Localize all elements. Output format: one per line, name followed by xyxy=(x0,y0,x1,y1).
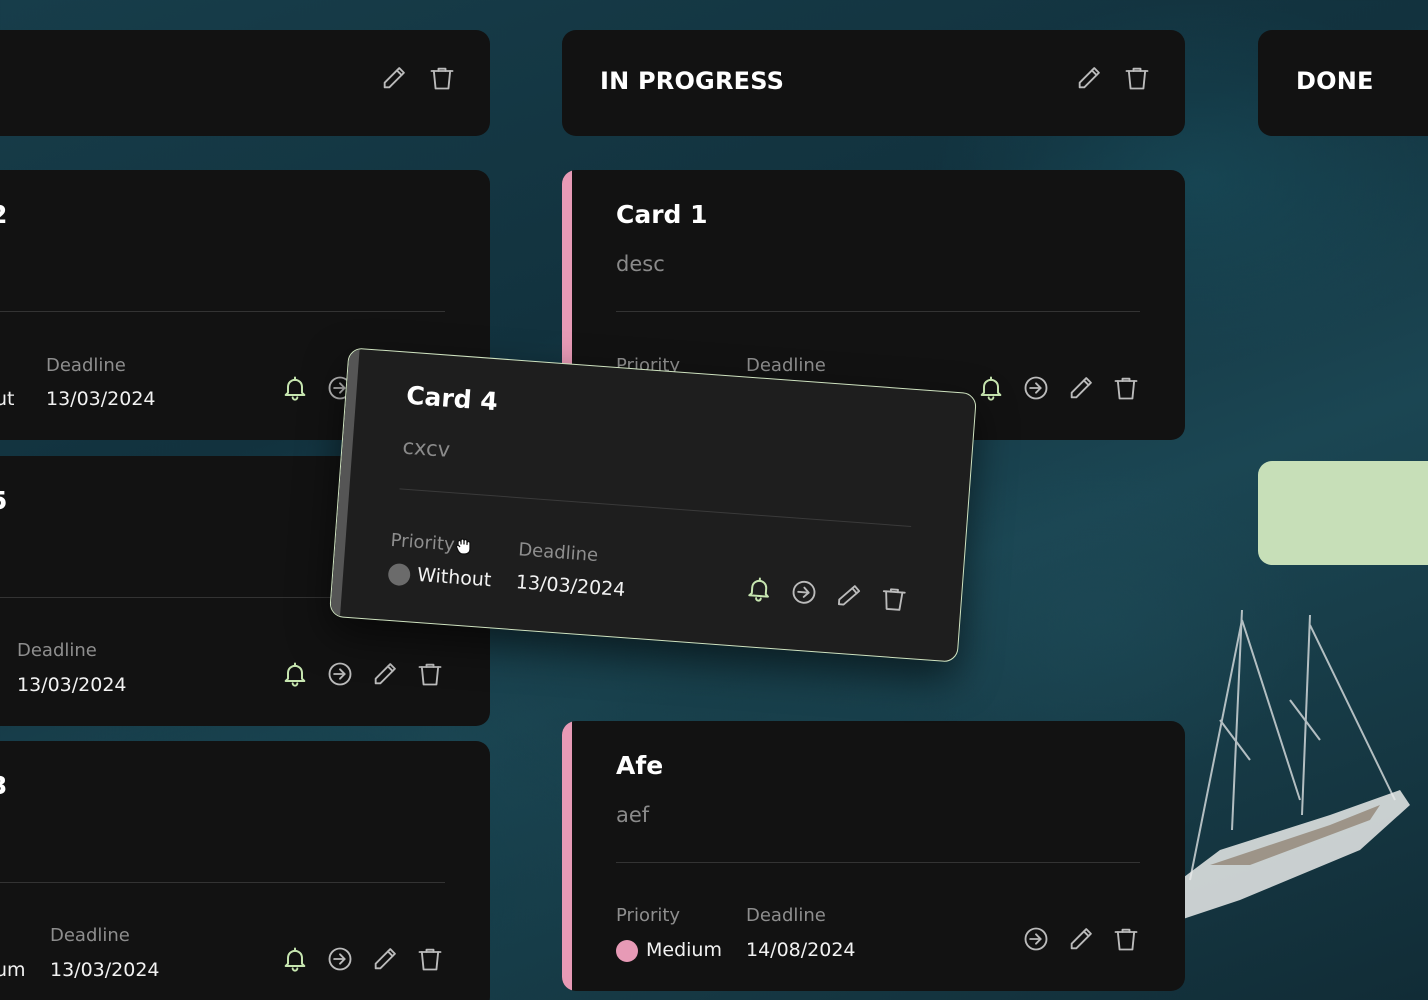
card-title: Card 4 xyxy=(405,380,499,417)
column-header-done: DONE xyxy=(1258,30,1428,136)
trash-icon[interactable] xyxy=(1112,925,1140,953)
card-description: aef xyxy=(616,803,650,827)
move-icon[interactable] xyxy=(326,945,354,973)
trash-icon[interactable] xyxy=(879,584,909,614)
edit-icon[interactable] xyxy=(1075,64,1103,92)
column-title: DONE xyxy=(1296,67,1374,95)
drop-placeholder[interactable] xyxy=(1258,461,1428,565)
trash-icon[interactable] xyxy=(1123,64,1151,92)
deadline-label: Deadline xyxy=(17,640,97,661)
card-divider xyxy=(616,862,1140,863)
priority-value: Medium xyxy=(646,939,722,961)
card-title: 3 xyxy=(0,771,7,800)
priority-accent-bar xyxy=(562,721,572,991)
trash-icon[interactable] xyxy=(416,660,444,688)
task-card[interactable]: 3 um Deadline 13/03/2024 xyxy=(0,741,490,1000)
sailboat-background-image xyxy=(1180,609,1410,920)
card-title: 2 xyxy=(0,200,7,229)
move-icon[interactable] xyxy=(1022,374,1050,402)
card-title: Afe xyxy=(616,751,664,780)
bell-icon[interactable] xyxy=(281,660,309,688)
priority-label: Priority xyxy=(389,529,456,556)
bell-icon[interactable] xyxy=(281,945,309,973)
priority-label: Priority xyxy=(616,905,681,926)
card-description: desc xyxy=(616,252,665,276)
deadline-value: 14/08/2024 xyxy=(746,939,856,961)
deadline-label: Deadline xyxy=(746,905,826,926)
bell-icon[interactable] xyxy=(281,374,309,402)
deadline-value: 13/03/2024 xyxy=(17,674,127,696)
edit-icon[interactable] xyxy=(1067,374,1095,402)
deadline-value: 13/03/2024 xyxy=(46,388,156,410)
edit-icon[interactable] xyxy=(371,660,399,688)
column-header-in-progress: IN PROGRESS xyxy=(562,30,1185,136)
bell-icon[interactable] xyxy=(744,574,774,604)
deadline-label: Deadline xyxy=(50,925,130,946)
deadline-value: 13/03/2024 xyxy=(50,959,160,981)
card-title: 5 xyxy=(0,486,7,515)
card-divider xyxy=(0,311,445,312)
column-title: IN PROGRESS xyxy=(600,67,785,95)
edit-icon[interactable] xyxy=(834,581,864,611)
task-card[interactable]: Afe aef Priority Medium Deadline 14/08/2… xyxy=(562,721,1185,991)
move-icon[interactable] xyxy=(1022,925,1050,953)
priority-value: ut xyxy=(0,388,15,410)
priority-value: um xyxy=(0,959,26,981)
priority-value: Without xyxy=(416,563,493,592)
move-icon[interactable] xyxy=(326,660,354,688)
card-divider xyxy=(616,311,1140,312)
bell-icon[interactable] xyxy=(977,374,1005,402)
edit-icon[interactable] xyxy=(380,64,408,92)
move-icon[interactable] xyxy=(789,577,819,607)
dragged-task-card[interactable]: Card 4 cxcv Priority Without Deadline 13… xyxy=(328,347,978,663)
priority-dot xyxy=(616,940,638,962)
deadline-value: 13/03/2024 xyxy=(515,571,627,602)
card-divider xyxy=(399,488,912,527)
card-divider xyxy=(0,882,445,883)
edit-icon[interactable] xyxy=(1067,925,1095,953)
deadline-label: Deadline xyxy=(517,539,599,567)
column-header-todo xyxy=(0,30,490,136)
edit-icon[interactable] xyxy=(371,945,399,973)
trash-icon[interactable] xyxy=(428,64,456,92)
card-description: cxcv xyxy=(401,434,451,462)
priority-dot xyxy=(387,562,411,587)
grab-cursor-icon xyxy=(452,534,476,564)
deadline-label: Deadline xyxy=(746,355,826,376)
trash-icon[interactable] xyxy=(1112,374,1140,402)
trash-icon[interactable] xyxy=(416,945,444,973)
card-title: Card 1 xyxy=(616,200,708,229)
deadline-label: Deadline xyxy=(46,355,126,376)
